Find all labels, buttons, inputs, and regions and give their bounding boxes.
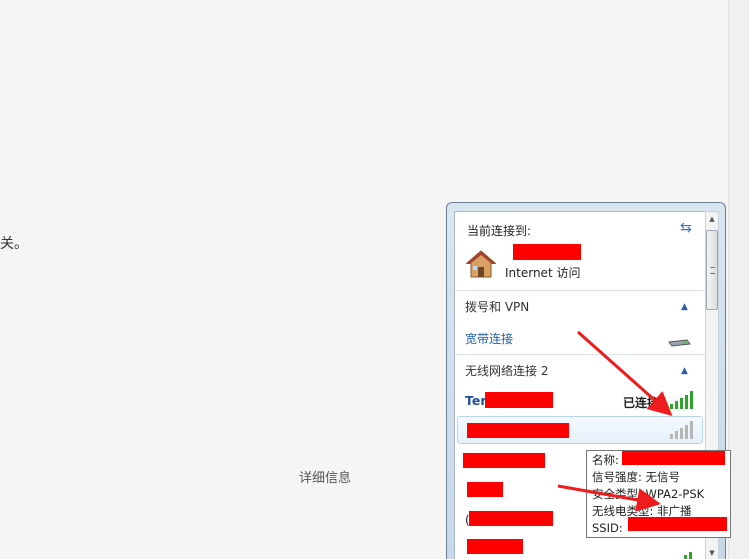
connected-status: 已连接	[623, 396, 660, 410]
window-edge	[728, 0, 749, 559]
divider	[455, 354, 705, 355]
broadband-connection-item[interactable]: 宽带连接	[465, 330, 513, 347]
tooltip-name-label: 名称:	[592, 453, 619, 467]
signal-strength-partial-icon	[684, 552, 692, 559]
tooltip-ssid-label: SSID:	[592, 521, 623, 535]
redacted-network-name	[469, 511, 553, 526]
redacted-network-name	[513, 244, 581, 260]
tooltip-security-line: 安全类型: WPA2-PSK	[592, 487, 705, 501]
scroll-up-arrow-icon[interactable]: ▲	[706, 213, 718, 225]
modem-icon	[668, 339, 691, 347]
redacted-network-name	[467, 539, 523, 554]
section-title-dialup-vpn[interactable]: 拨号和 VPN	[465, 298, 529, 315]
redacted-network-name	[467, 482, 503, 497]
home-network-icon	[465, 250, 497, 278]
refresh-icon[interactable]: ⇆	[680, 220, 692, 236]
section-title-wireless[interactable]: 无线网络连接 2	[465, 362, 548, 379]
background-text-fragment: 关。	[0, 236, 28, 252]
internet-access-label: Internet 访问	[505, 266, 581, 280]
redacted-tooltip-name	[622, 451, 725, 465]
redacted-tooltip-ssid	[628, 517, 727, 531]
chevron-up-icon[interactable]: ▲	[681, 302, 688, 312]
scroll-down-arrow-icon[interactable]: ▼	[706, 547, 718, 559]
redacted-network-name	[485, 392, 553, 408]
connected-network-name[interactable]: Ter	[465, 393, 487, 408]
current-connection-title: 当前连接到:	[467, 224, 532, 238]
chevron-up-icon[interactable]: ▲	[681, 366, 688, 376]
grip-icon	[710, 267, 715, 274]
signal-strength-full-icon	[670, 391, 693, 409]
signal-strength-gray-icon	[670, 421, 693, 439]
scroll-thumb[interactable]	[706, 230, 718, 310]
redacted-network-name	[463, 453, 545, 468]
divider	[455, 290, 705, 291]
tooltip-signal-line: 信号强度: 无信号	[592, 470, 681, 484]
redacted-network-name	[467, 423, 569, 438]
details-link[interactable]: 详细信息	[299, 467, 351, 486]
